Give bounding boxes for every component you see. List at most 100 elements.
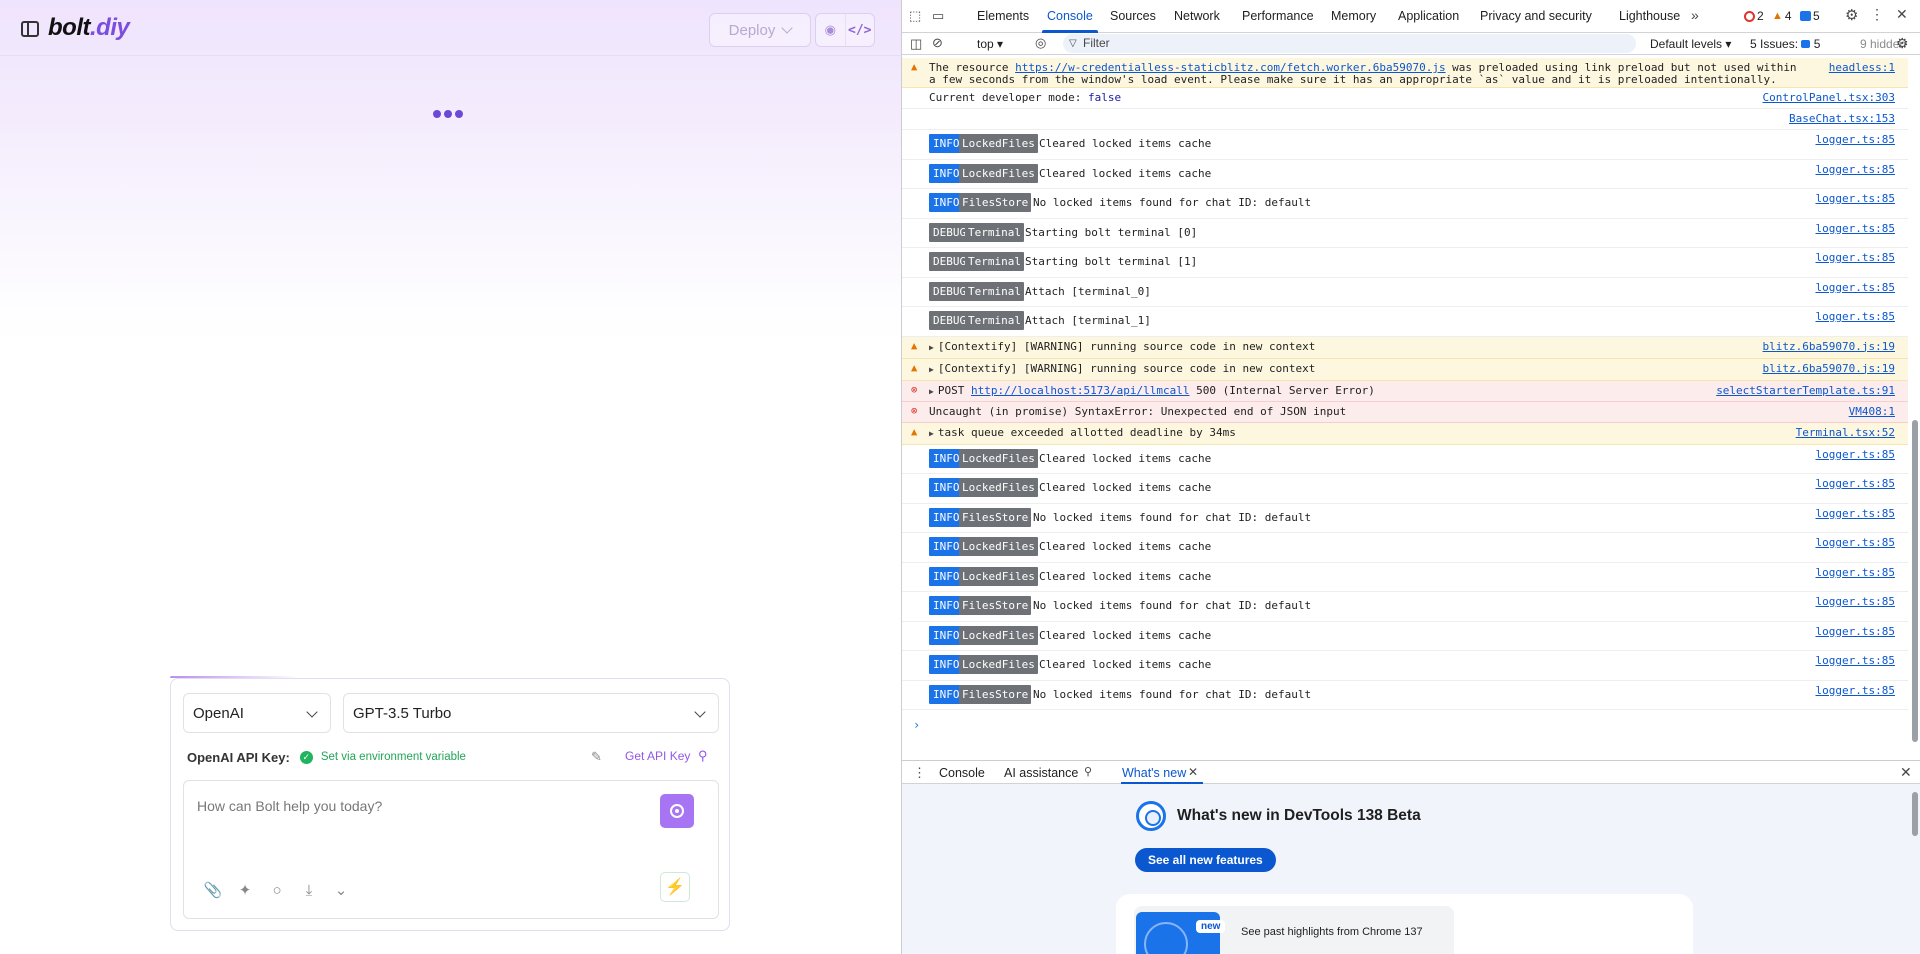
console-message[interactable]: ▲ ▶ task queue exceeded allotted deadline … <box>902 422 1908 445</box>
console-message[interactable]: INFO FilesStore No locked items found for … <box>902 592 1908 622</box>
source-link[interactable]: ControlPanel.tsx:303 <box>1763 91 1895 104</box>
more-tabs-icon[interactable]: » <box>1691 7 1699 23</box>
eye-icon[interactable]: ◎ <box>1035 35 1046 51</box>
console-message[interactable]: DEBUG Terminal Attach [terminal_1] logger.t… <box>902 307 1908 337</box>
logo[interactable]: bolt.diy <box>48 14 130 42</box>
source-link[interactable]: logger.ts:85 <box>1816 222 1895 235</box>
inspect-element-icon[interactable]: ⬚ <box>909 8 921 24</box>
send-button[interactable]: ⚡ <box>660 872 690 902</box>
download-icon[interactable]: ⤓ <box>300 882 318 899</box>
tab-network[interactable]: Network <box>1174 9 1220 23</box>
source-link[interactable]: logger.ts:85 <box>1816 684 1895 697</box>
key-icon[interactable]: ⚲ <box>698 748 708 764</box>
model-select[interactable]: GPT-3.5 Turbo <box>343 693 719 733</box>
source-link[interactable]: logger.ts:85 <box>1816 595 1895 608</box>
code-icon[interactable]: </> <box>846 14 875 46</box>
tab-lighthouse[interactable]: Lighthouse <box>1619 9 1680 23</box>
console-message[interactable]: INFO LockedFiles Cleared locked items cach… <box>902 474 1908 504</box>
source-link[interactable]: VM408:1 <box>1849 405 1895 418</box>
console-message[interactable]: INFO LockedFiles Cleared locked items cach… <box>902 533 1908 563</box>
microphone-icon[interactable]: ○ <box>268 882 286 899</box>
tab-performance[interactable]: Performance <box>1242 9 1314 23</box>
source-link[interactable]: logger.ts:85 <box>1816 536 1895 549</box>
source-link[interactable]: logger.ts:85 <box>1816 310 1895 323</box>
clear-console-icon[interactable]: ⊘ <box>932 35 943 51</box>
console-message[interactable]: ▲ ▶ [Contextify] [WARNING] running source … <box>902 336 1908 359</box>
pencil-icon[interactable]: ✎ <box>591 749 602 765</box>
drawer-tab-whats-new[interactable]: What's new <box>1122 766 1186 780</box>
source-link[interactable]: logger.ts:85 <box>1816 133 1895 146</box>
expand-triangle-icon[interactable]: ▶ <box>929 387 934 396</box>
source-link[interactable]: BaseChat.tsx:153 <box>1789 112 1895 125</box>
see-all-features-button[interactable]: See all new features <box>1135 848 1276 872</box>
console-prompt-icon[interactable]: › <box>913 718 920 732</box>
source-link[interactable]: blitz.6ba59070.js:19 <box>1763 362 1895 375</box>
source-link[interactable]: logger.ts:85 <box>1816 566 1895 579</box>
info-badge[interactable]: 5 <box>1800 9 1820 23</box>
more-options-icon[interactable]: ⋮ <box>1870 6 1884 23</box>
context-select[interactable]: top ▾ <box>977 37 1003 51</box>
view-toggle[interactable]: ◉ </> <box>815 13 875 47</box>
console-message[interactable]: DEBUG Terminal Starting bolt terminal [0] l… <box>902 219 1908 248</box>
source-link[interactable]: logger.ts:85 <box>1816 507 1895 520</box>
source-link[interactable]: selectStarterTemplate.ts:91 <box>1716 384 1895 397</box>
console-message[interactable]: INFO FilesStore No locked items found for … <box>902 681 1908 710</box>
console-message[interactable]: ▲ ▶ [Contextify] [WARNING] running source … <box>902 358 1908 381</box>
console-message[interactable]: BaseChat.tsx:153 <box>902 109 1908 130</box>
source-link[interactable]: blitz.6ba59070.js:19 <box>1763 340 1895 353</box>
console-settings-icon[interactable]: ⚙ <box>1896 35 1909 52</box>
tab-elements[interactable]: Elements <box>977 9 1029 23</box>
source-link[interactable]: logger.ts:85 <box>1816 163 1895 176</box>
console-message[interactable]: INFO LockedFiles Cleared locked items cach… <box>902 651 1908 681</box>
console-message[interactable]: INFO LockedFiles Cleared locked items cach… <box>902 563 1908 592</box>
expand-triangle-icon[interactable]: ▶ <box>929 343 934 352</box>
paperclip-icon[interactable]: 📎 <box>204 881 223 899</box>
chevron-down-icon[interactable]: ⌄ <box>332 881 350 899</box>
message-link[interactable]: http://localhost:5173/api/llmcall <box>971 384 1190 397</box>
filter-input[interactable]: ▽ Filter <box>1063 34 1636 53</box>
source-link[interactable]: logger.ts:85 <box>1816 192 1895 205</box>
source-link[interactable]: logger.ts:85 <box>1816 477 1895 490</box>
console-scrollbar[interactable] <box>1910 58 1920 758</box>
source-link[interactable]: headless:1 <box>1829 61 1895 74</box>
drawer-menu-icon[interactable]: ⋮ <box>913 765 926 781</box>
tab-console[interactable]: Console <box>1047 9 1093 23</box>
settings-gear-icon[interactable]: ⚙ <box>1845 6 1858 24</box>
deploy-button[interactable]: Deploy <box>709 13 811 47</box>
device-toolbar-icon[interactable]: ▭ <box>932 8 944 24</box>
source-link[interactable]: logger.ts:85 <box>1816 281 1895 294</box>
get-api-key-link[interactable]: Get API Key <box>625 749 690 763</box>
console-message[interactable]: ⊗ Uncaught (in promise) SyntaxError: Unex… <box>902 401 1908 423</box>
console-message[interactable]: INFO FilesStore No locked items found for … <box>902 189 1908 219</box>
sidebar-toggle-icon[interactable] <box>21 21 39 37</box>
expand-triangle-icon[interactable]: ▶ <box>929 429 934 438</box>
issues-counter[interactable]: 5 Issues: 5 <box>1750 37 1820 51</box>
console-message[interactable]: INFO LockedFiles Cleared locked items cach… <box>902 622 1908 651</box>
drawer-scrollbar[interactable] <box>1910 784 1920 954</box>
source-link[interactable]: logger.ts:85 <box>1816 654 1895 667</box>
tab-sources[interactable]: Sources <box>1110 9 1156 23</box>
source-link[interactable]: Terminal.tsx:52 <box>1796 426 1895 439</box>
console-message[interactable]: DEBUG Terminal Attach [terminal_0] logger.t… <box>902 278 1908 307</box>
prompt-input[interactable] <box>197 798 637 814</box>
source-link[interactable]: logger.ts:85 <box>1816 251 1895 264</box>
console-message[interactable]: Current developer mode: false ControlPane… <box>902 88 1908 109</box>
expand-triangle-icon[interactable]: ▶ <box>929 365 934 374</box>
console-message[interactable]: ▲ The resource https://w-credentialless-s… <box>902 58 1908 88</box>
sidebar-toggle-icon[interactable]: ◫ <box>910 36 922 52</box>
enhance-prompt-button[interactable] <box>660 794 694 828</box>
tab-application[interactable]: Application <box>1398 9 1459 23</box>
close-tab-icon[interactable]: ✕ <box>1188 765 1198 779</box>
provider-select[interactable]: OpenAI <box>183 693 331 733</box>
sparkle-icon[interactable]: ✦ <box>236 881 254 899</box>
console-message[interactable]: INFO LockedFiles Cleared locked items cach… <box>902 130 1908 160</box>
close-devtools-icon[interactable]: ✕ <box>1896 6 1908 23</box>
warnings-badge[interactable]: ▲ 4 <box>1772 9 1792 23</box>
levels-select[interactable]: Default levels ▾ <box>1650 37 1731 51</box>
drawer-tab-ai-assistance[interactable]: AI assistance <box>1004 766 1078 780</box>
console-message[interactable]: INFO LockedFiles Cleared locked items cach… <box>902 445 1908 474</box>
console-message[interactable]: INFO LockedFiles Cleared locked items cach… <box>902 160 1908 189</box>
console-message[interactable]: ⊗ ▶ POST http://localhost:5173/api/llmcall… <box>902 380 1908 402</box>
source-link[interactable]: logger.ts:85 <box>1816 448 1895 461</box>
console-message[interactable]: DEBUG Terminal Starting bolt terminal [1] l… <box>902 248 1908 278</box>
